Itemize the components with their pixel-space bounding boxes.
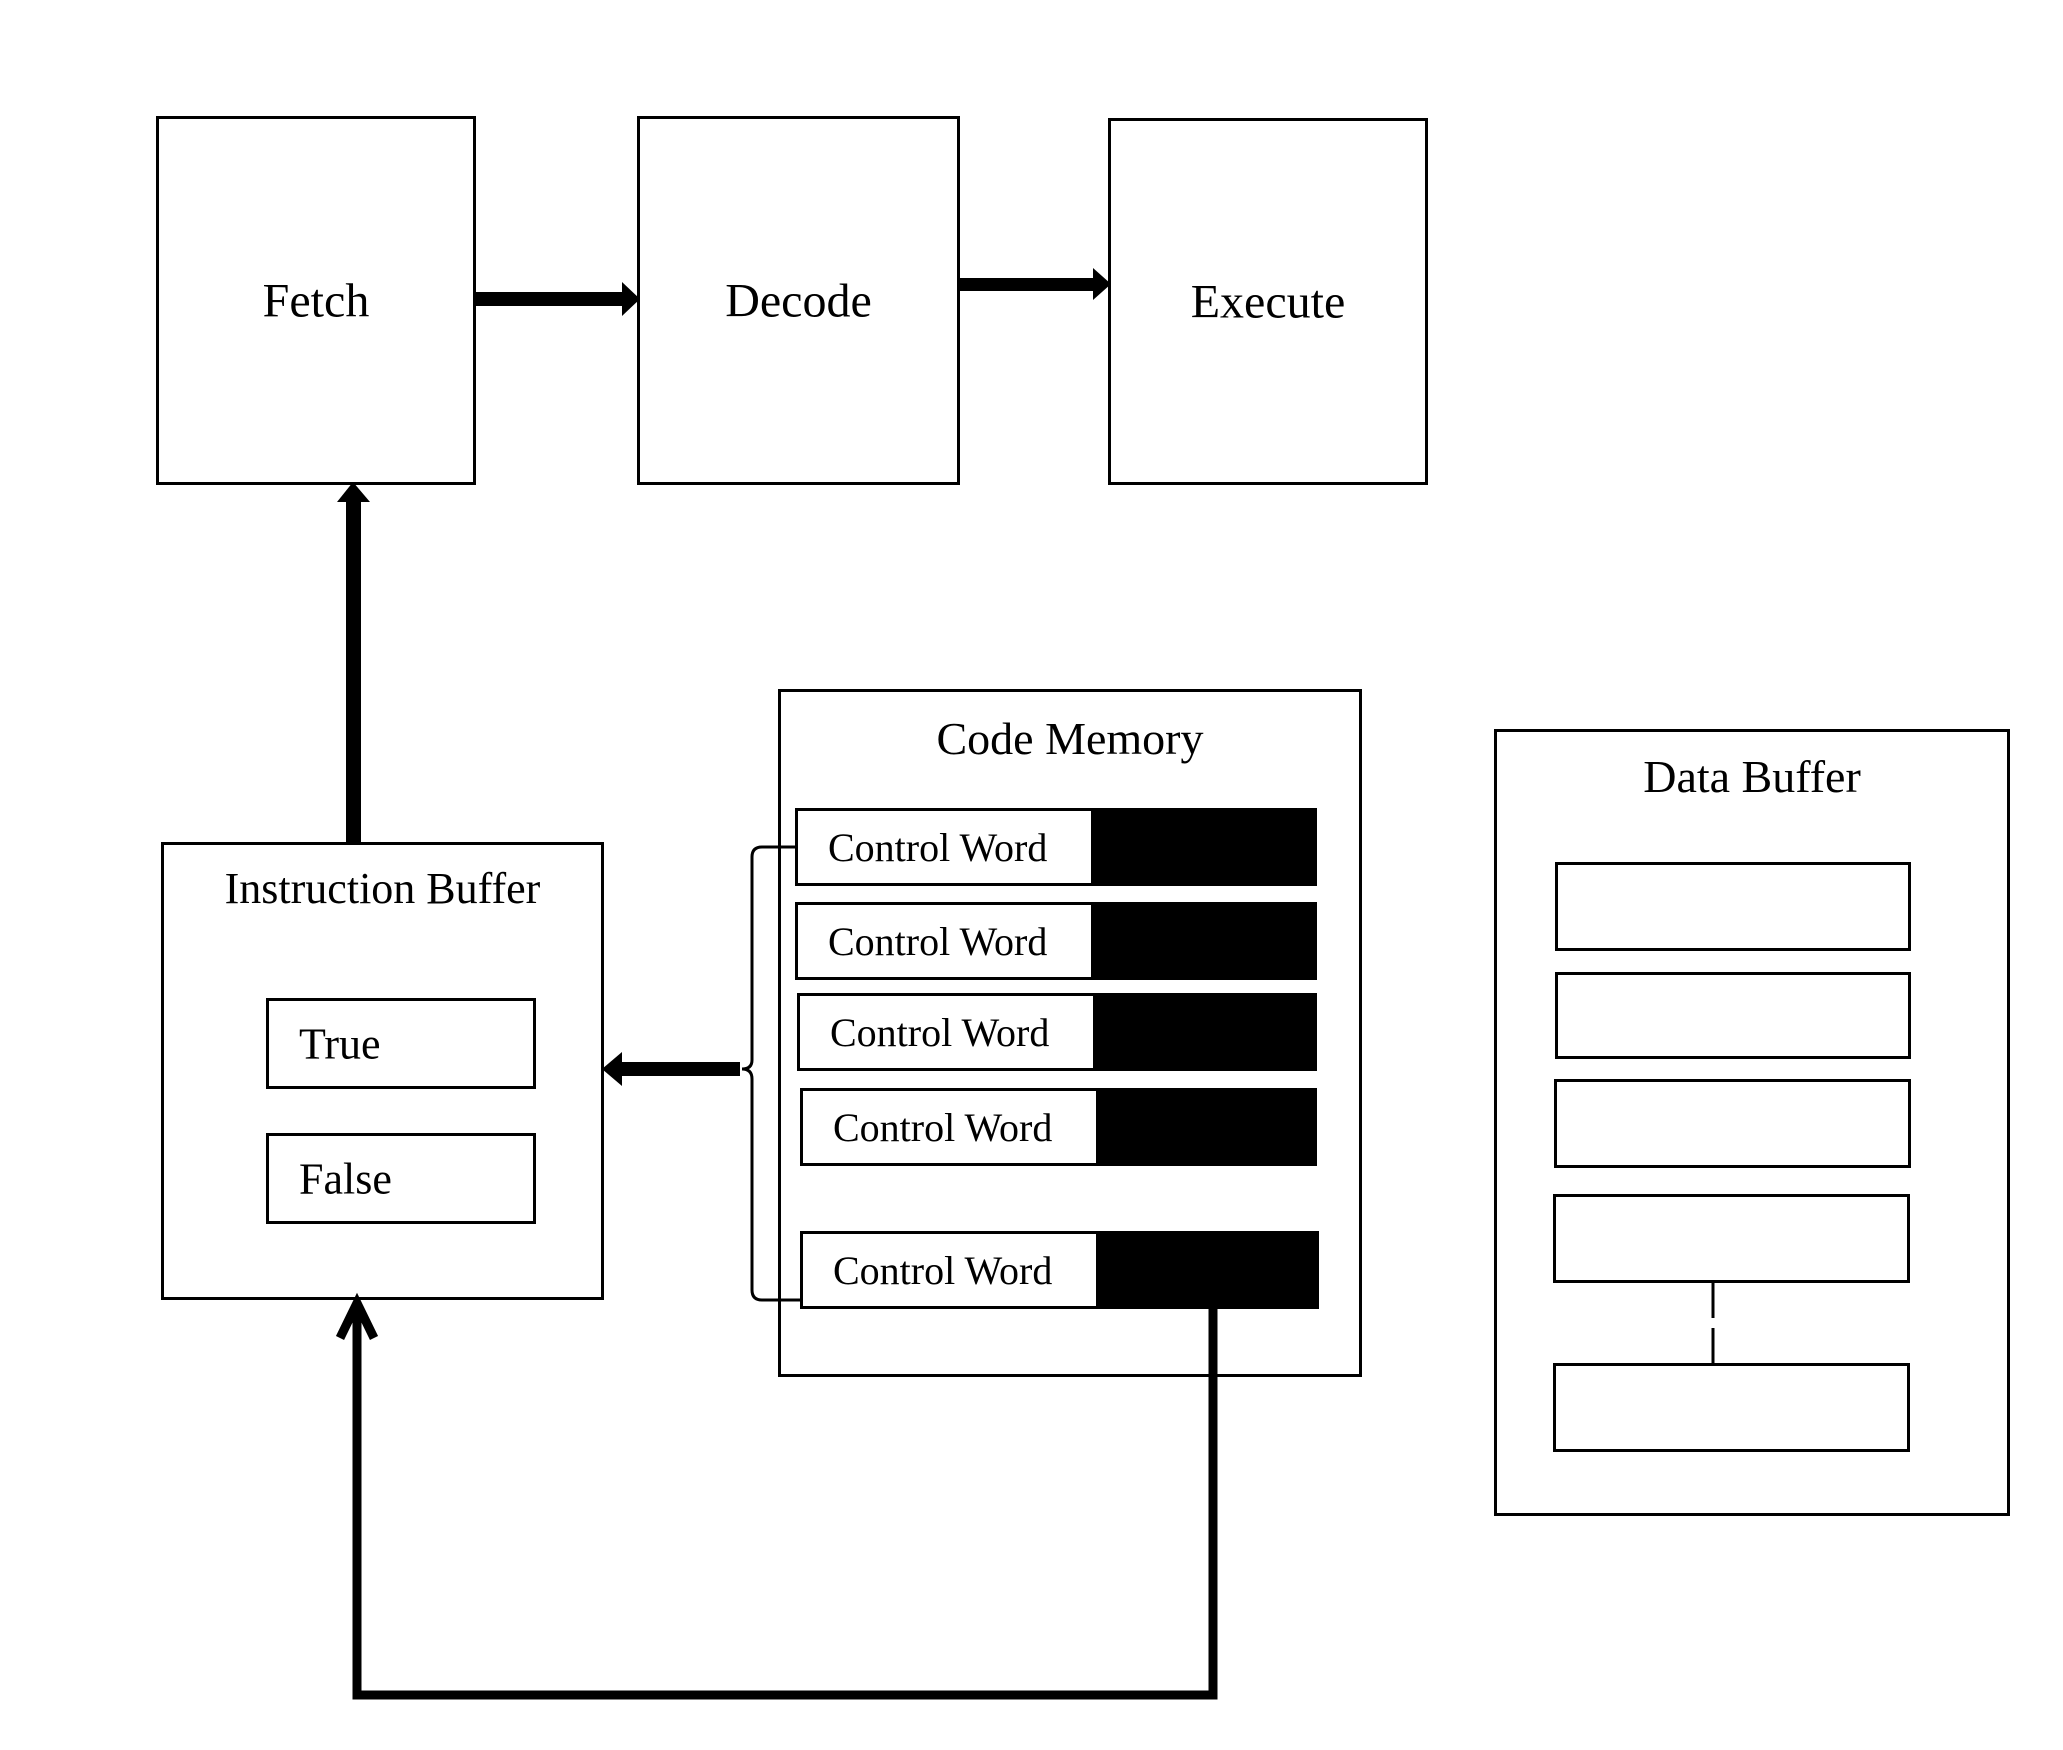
decode-to-execute-arrow [957,268,1111,300]
memory-to-buffer-arrow [602,1052,740,1086]
buffer-to-fetch-arrow [337,482,370,844]
connections-layer [335,268,1715,1700]
feedback-loop-arrow [335,1292,1218,1700]
fetch-to-decode-arrow [474,282,640,316]
code-memory-bracket [741,845,800,1302]
